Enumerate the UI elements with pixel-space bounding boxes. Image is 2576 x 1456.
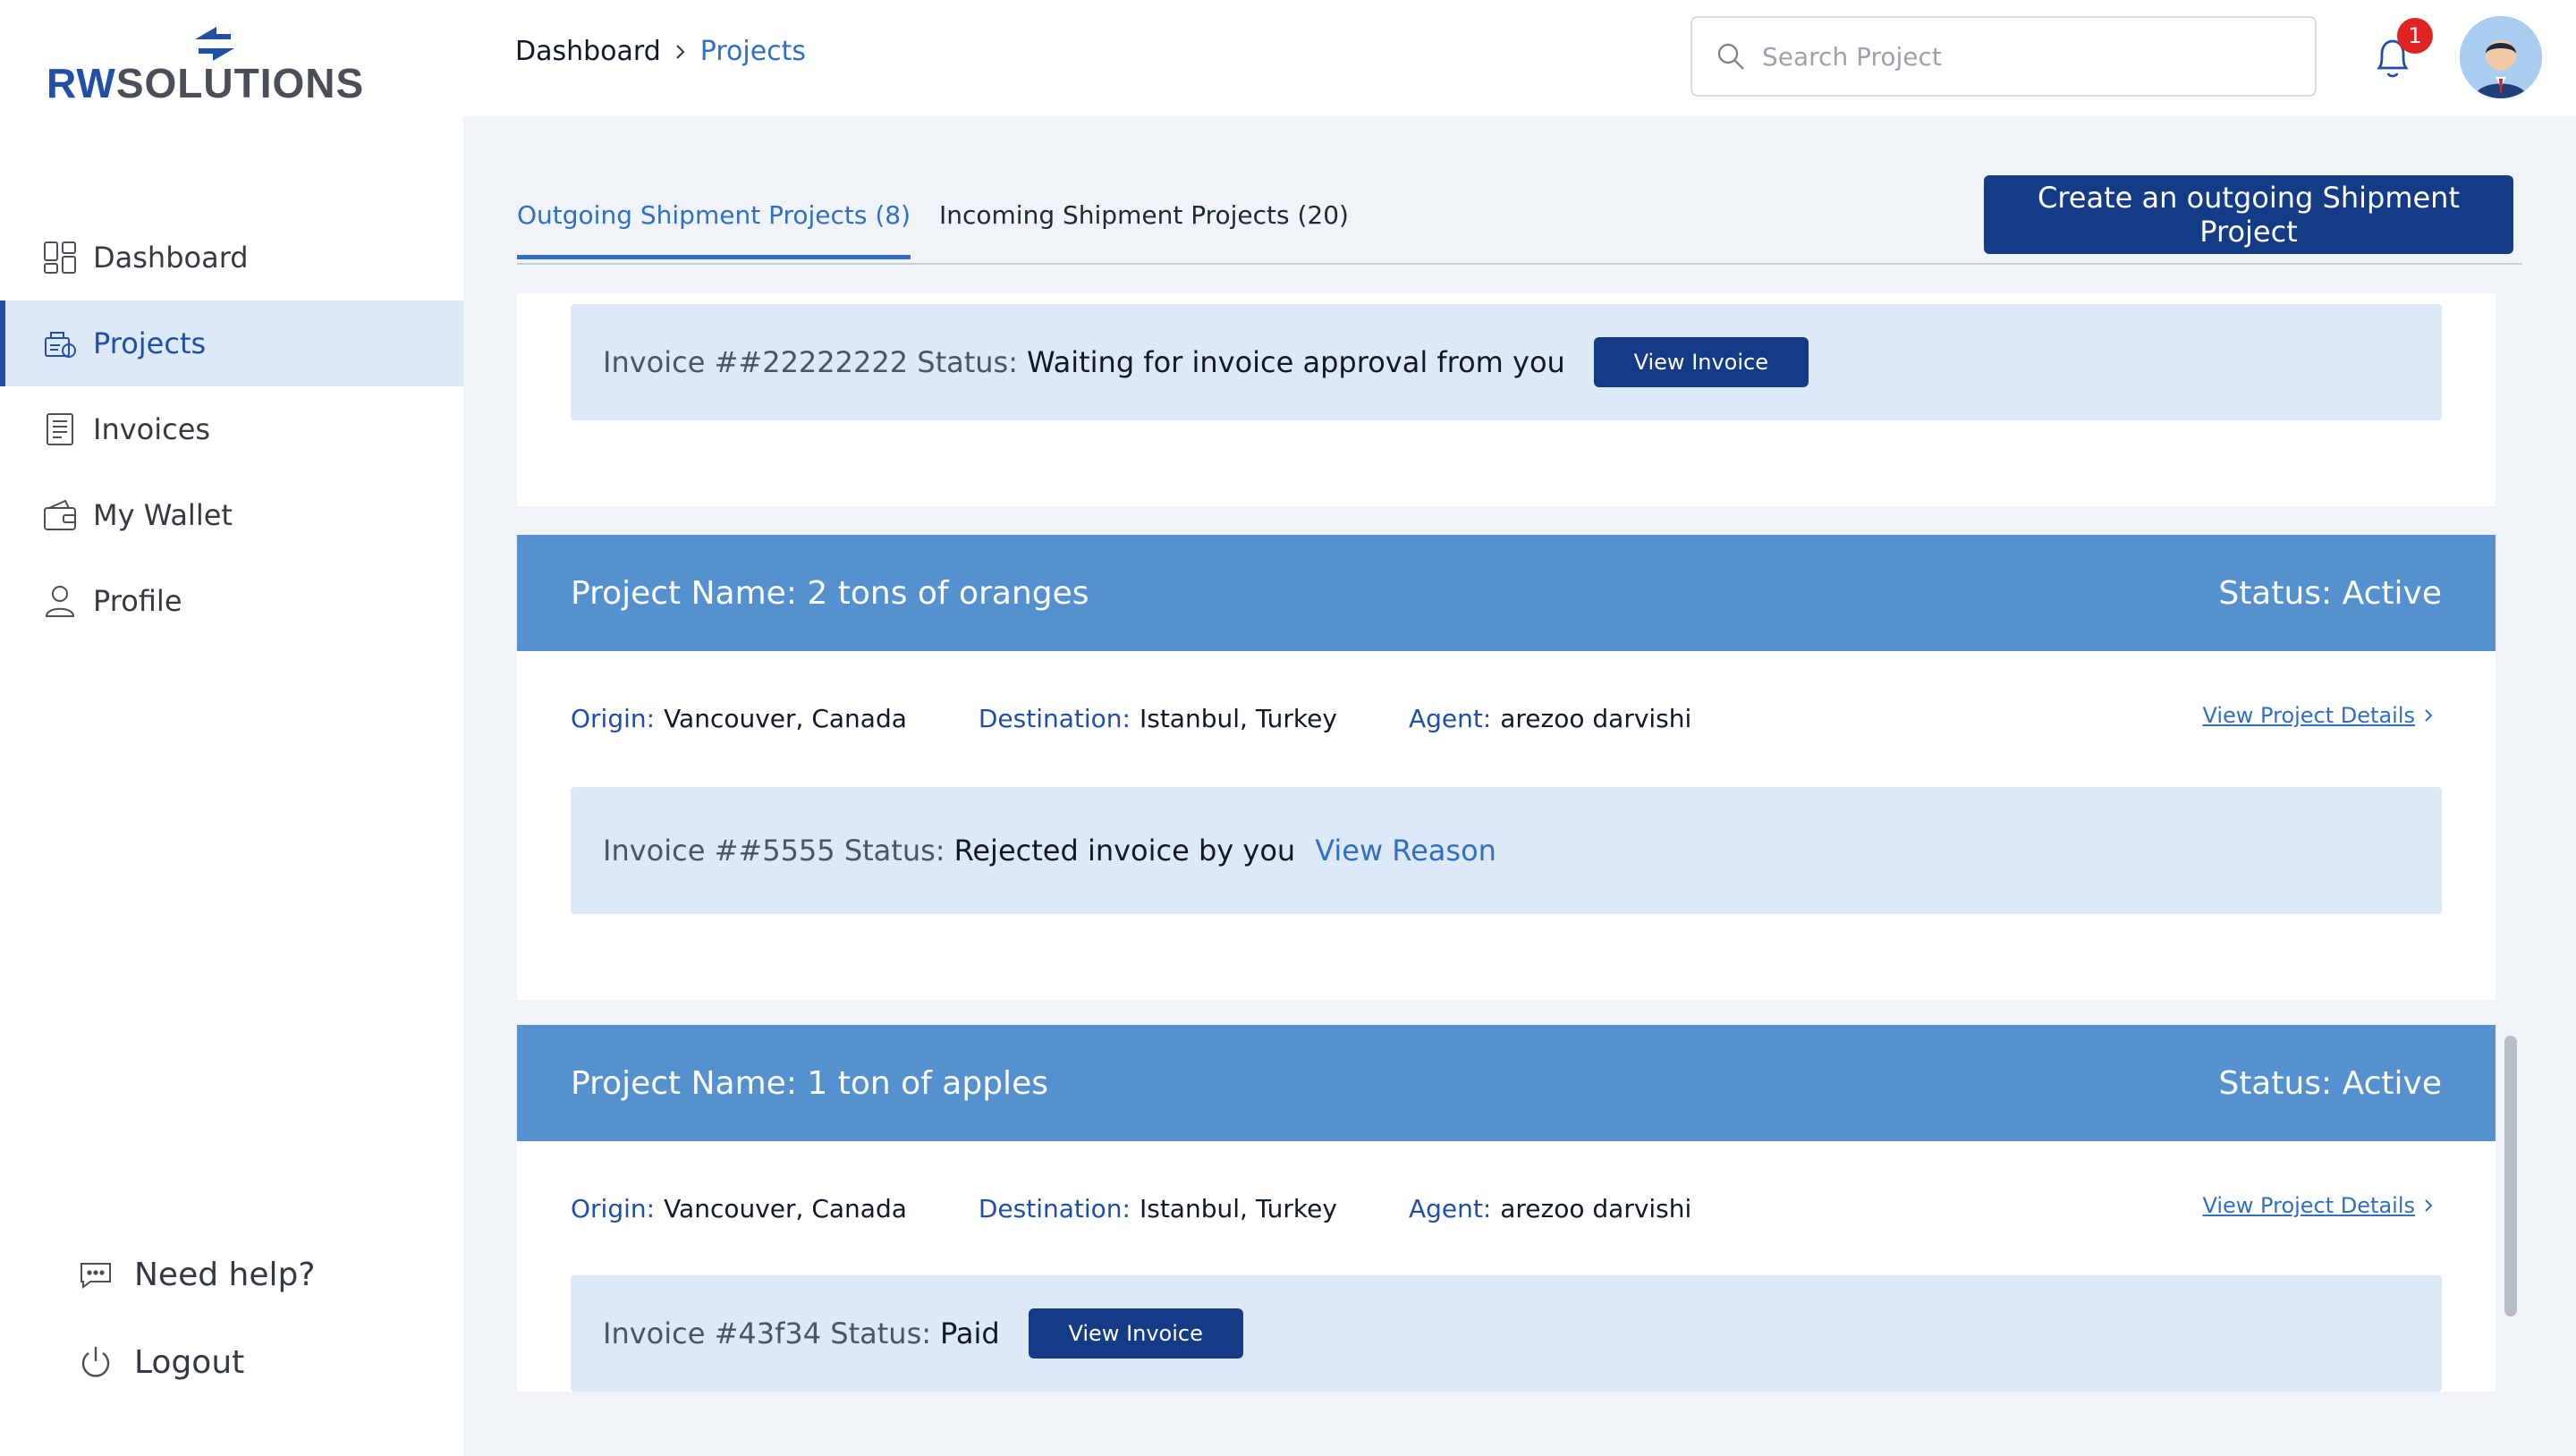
sidebar-nav: Dashboard Projects Invoices My Wallet Pr…: [0, 215, 463, 644]
sidebar-item-wallet[interactable]: My Wallet: [0, 472, 463, 558]
chevron-right-icon: [674, 44, 688, 60]
search-input[interactable]: [1760, 40, 2261, 72]
project-meta: Origin: Vancouver, Canada Destination: I…: [517, 1141, 2496, 1275]
sidebar-item-label: Dashboard: [93, 241, 249, 275]
view-invoice-button[interactable]: View Invoice: [1028, 1308, 1243, 1359]
avatar[interactable]: [2460, 16, 2542, 98]
logo[interactable]: RWSOLUTIONS: [47, 20, 386, 106]
dashboard-icon: [41, 239, 79, 276]
project-list: Invoice ##22222222 Status: Waiting for i…: [517, 293, 2522, 1392]
project-meta: Origin: Vancouver, Canada Destination: I…: [517, 651, 2496, 785]
invoice-status: Paid: [940, 1316, 1000, 1350]
breadcrumb-projects: Projects: [699, 36, 807, 67]
invoice-row: Invoice #43f34 Status: Paid View Invoice: [571, 1275, 2442, 1392]
destination-value: Istanbul, Turkey: [1139, 1193, 1337, 1223]
top-header: Dashboard Projects 1: [463, 0, 2576, 116]
origin-label: Origin:: [571, 1193, 656, 1223]
chat-icon: [77, 1256, 114, 1293]
view-project-details-link[interactable]: View Project Details: [2202, 703, 2436, 728]
create-project-button[interactable]: Create an outgoing Shipment Project: [1984, 175, 2513, 254]
chevron-right-icon: [2425, 709, 2433, 722]
project-status: Status: Active: [2218, 1064, 2442, 1102]
origin-label: Origin:: [571, 703, 656, 733]
breadcrumb: Dashboard Projects: [515, 36, 806, 67]
tabs-bar: Outgoing Shipment Projects (8) Incoming …: [517, 175, 2522, 265]
origin-value: Vancouver, Canada: [664, 703, 907, 733]
destination-label: Destination:: [978, 1193, 1131, 1223]
project-card-header: Project Name: 2 tons of oranges Status: …: [517, 535, 2496, 651]
search-icon: [1717, 43, 1744, 70]
project-name: Project Name: 1 ton of apples: [571, 1064, 1048, 1102]
user-icon: [41, 582, 79, 620]
agent-value: arezoo darvishi: [1500, 703, 1692, 733]
invoice-icon: [41, 411, 79, 448]
sidebar-item-projects[interactable]: Projects: [0, 301, 463, 386]
tab-incoming[interactable]: Incoming Shipment Projects (20): [939, 200, 1349, 255]
invoice-label: Invoice #43f34 Status:: [603, 1316, 932, 1350]
logout-link[interactable]: Logout: [77, 1318, 315, 1406]
invoice-label: Invoice ##5555 Status:: [603, 834, 945, 868]
search-box[interactable]: [1690, 16, 2317, 97]
details-link-label: View Project Details: [2202, 1193, 2415, 1218]
sidebar-item-label: Profile: [93, 584, 182, 618]
notification-badge: 1: [2397, 18, 2433, 54]
power-icon: [77, 1343, 114, 1381]
view-reason-link[interactable]: View Reason: [1315, 834, 1496, 868]
invoice-row: Invoice ##22222222 Status: Waiting for i…: [571, 304, 2442, 420]
sidebar-item-profile[interactable]: Profile: [0, 558, 463, 644]
project-name: Project Name: 2 tons of oranges: [571, 574, 1089, 612]
invoice-label: Invoice ##22222222 Status:: [603, 345, 1018, 379]
logo-text: RWSOLUTIONS: [47, 60, 365, 106]
sidebar-item-label: My Wallet: [93, 498, 233, 532]
invoice-status: Rejected invoice by you: [953, 834, 1296, 868]
sidebar: RWSOLUTIONS Dashboard Projects Invoices …: [0, 0, 463, 1456]
sidebar-item-dashboard[interactable]: Dashboard: [0, 215, 463, 301]
project-card: Project Name: 1 ton of apples Status: Ac…: [517, 1025, 2496, 1392]
need-help-link[interactable]: Need help?: [77, 1231, 315, 1318]
invoice-status: Waiting for invoice approval from you: [1027, 345, 1565, 379]
chevron-right-icon: [2425, 1199, 2433, 1212]
destination-value: Istanbul, Turkey: [1139, 703, 1337, 733]
sidebar-item-label: Projects: [93, 326, 207, 360]
sidebar-item-label: Invoices: [93, 412, 211, 446]
invoice-row: Invoice ##5555 Status: Rejected invoice …: [571, 787, 2442, 914]
destination-label: Destination:: [978, 703, 1131, 733]
project-card: Project Name: 2 tons of oranges Status: …: [517, 535, 2496, 1000]
projects-icon: [41, 325, 79, 362]
project-card-header: Project Name: 1 ton of apples Status: Ac…: [517, 1025, 2496, 1141]
sidebar-bottom-links: Need help? Logout: [77, 1231, 315, 1406]
agent-label: Agent:: [1408, 703, 1492, 733]
sidebar-item-invoices[interactable]: Invoices: [0, 386, 463, 472]
view-project-details-link[interactable]: View Project Details: [2202, 1193, 2436, 1218]
scrollbar[interactable]: [2504, 1036, 2517, 1316]
notifications-button[interactable]: 1: [2370, 18, 2433, 84]
agent-value: arezoo darvishi: [1500, 1193, 1692, 1223]
project-card: Invoice ##22222222 Status: Waiting for i…: [517, 293, 2496, 506]
agent-label: Agent:: [1408, 1193, 1492, 1223]
logout-label: Logout: [134, 1343, 245, 1381]
breadcrumb-dashboard[interactable]: Dashboard: [515, 36, 661, 67]
need-help-label: Need help?: [134, 1256, 316, 1293]
details-link-label: View Project Details: [2202, 703, 2415, 728]
origin-value: Vancouver, Canada: [664, 1193, 907, 1223]
view-invoice-button[interactable]: View Invoice: [1593, 337, 1809, 387]
project-status: Status: Active: [2218, 574, 2442, 612]
tab-outgoing[interactable]: Outgoing Shipment Projects (8): [517, 200, 911, 259]
wallet-icon: [41, 496, 79, 534]
